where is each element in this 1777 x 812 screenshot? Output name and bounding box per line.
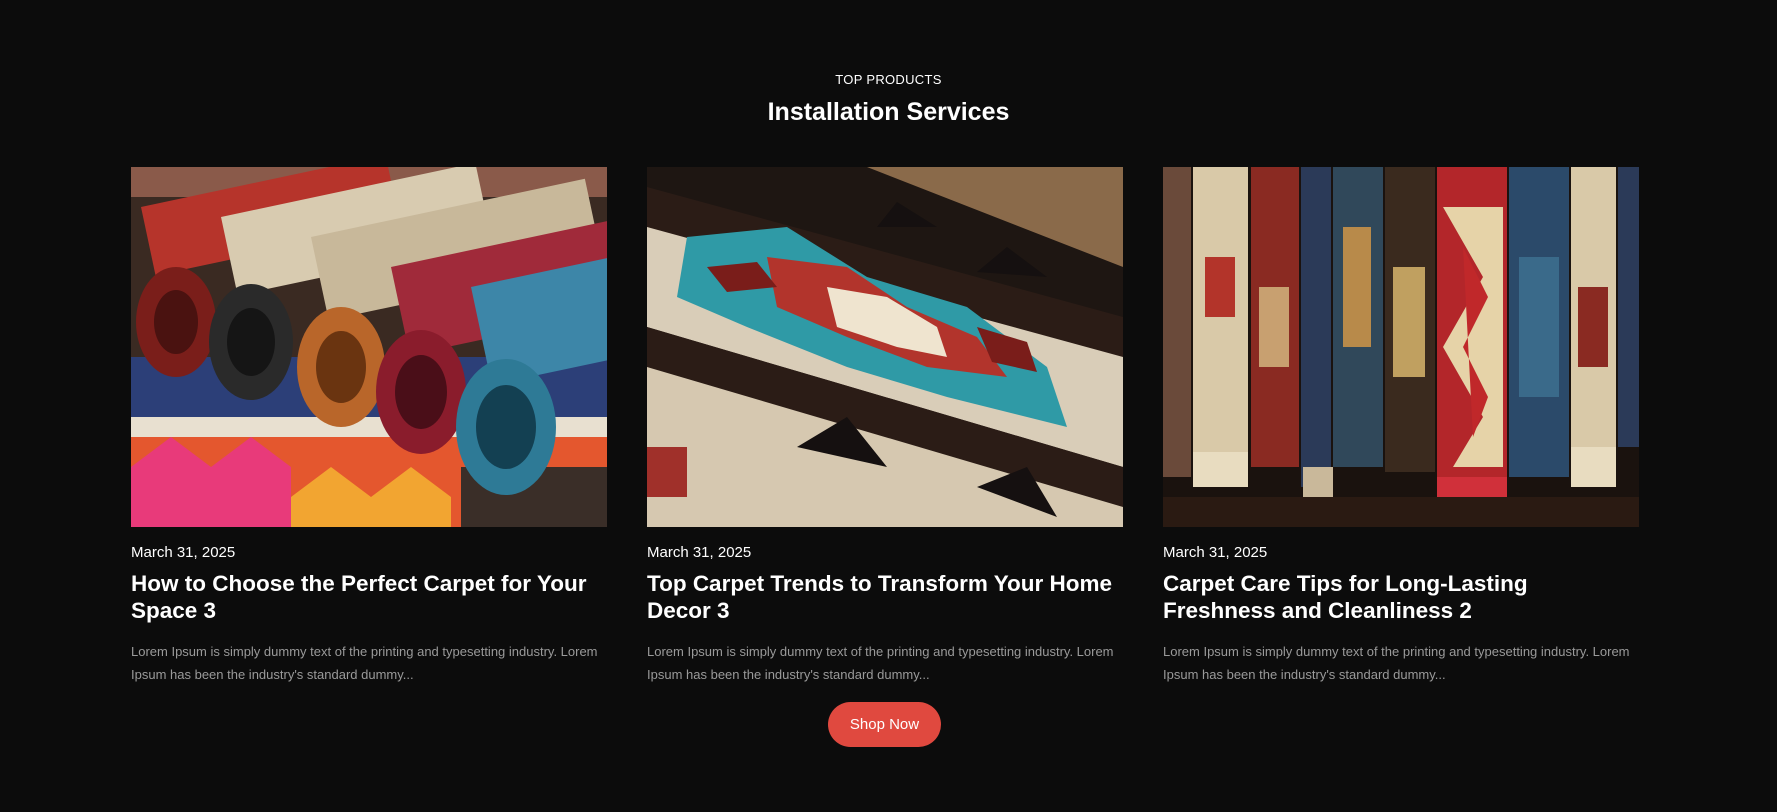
card-image-woven-carpet[interactable] xyxy=(647,167,1123,527)
rolled-rugs-image xyxy=(131,167,607,527)
card-excerpt: Lorem Ipsum is simply dummy text of the … xyxy=(1163,644,1630,682)
top-products-section: TOP PRODUCTS Installation Services March… xyxy=(0,0,1777,812)
card-title[interactable]: Top Carpet Trends to Transform Your Home… xyxy=(647,570,1123,624)
hanging-rugs-image xyxy=(1163,167,1639,527)
card-date: March 31, 2025 xyxy=(131,544,236,561)
section-title: Installation Services xyxy=(767,98,1010,126)
card-date: March 31, 2025 xyxy=(647,544,752,561)
card-title[interactable]: Carpet Care Tips for Long-Lasting Freshn… xyxy=(1163,570,1639,624)
woven-carpet-image xyxy=(647,167,1123,527)
card-title[interactable]: How to Choose the Perfect Carpet for You… xyxy=(131,570,607,624)
card-excerpt: Lorem Ipsum is simply dummy text of the … xyxy=(647,644,1114,682)
blog-card[interactable]: March 31, 2025 Carpet Care Tips for Long… xyxy=(1163,167,1639,686)
card-image-rolled-rugs[interactable] xyxy=(131,167,607,527)
card-date: March 31, 2025 xyxy=(1163,544,1268,561)
card-image-hanging-rugs[interactable] xyxy=(1163,167,1639,527)
blog-card[interactable]: March 31, 2025 How to Choose the Perfect… xyxy=(131,167,607,686)
card-excerpt: Lorem Ipsum is simply dummy text of the … xyxy=(131,644,598,682)
shop-now-button[interactable]: Shop Now xyxy=(828,702,941,747)
section-eyebrow: TOP PRODUCTS xyxy=(835,72,942,87)
blog-card[interactable]: March 31, 2025 Top Carpet Trends to Tran… xyxy=(647,167,1123,686)
card-grid: March 31, 2025 How to Choose the Perfect… xyxy=(131,167,1639,686)
